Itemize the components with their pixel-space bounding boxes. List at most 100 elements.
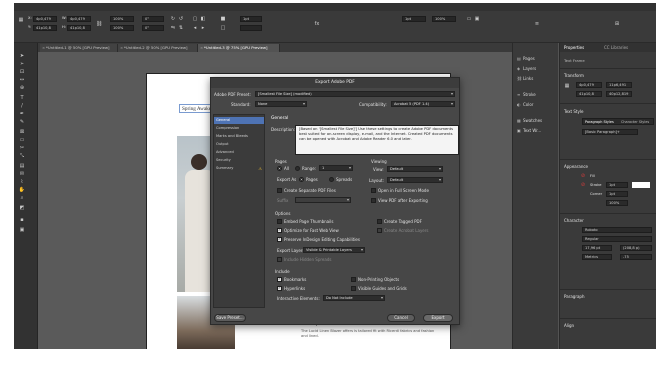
fill-stroke-icon[interactable]: ◩ [18, 205, 26, 212]
close-icon[interactable]: × [42, 44, 45, 52]
all-pages-radio[interactable] [277, 166, 282, 171]
font-style-select[interactable]: Regular [582, 236, 652, 242]
category-advanced[interactable]: Advanced [214, 149, 264, 156]
close-icon[interactable]: × [120, 44, 123, 52]
dock-layers[interactable]: ◈ Layers [517, 65, 536, 73]
cancel-button[interactable]: Cancel [387, 314, 415, 322]
category-marks-bleeds[interactable]: Marks and Bleeds [214, 133, 264, 140]
create-tagged-checkbox[interactable] [377, 219, 382, 224]
pages-radio[interactable] [299, 177, 304, 182]
flip-vertical-icon[interactable]: ⇅ [178, 25, 184, 31]
page-tool-icon[interactable]: ⊡ [18, 69, 26, 76]
h-field[interactable]: 41p10,8 [67, 25, 91, 31]
eyedropper-tool-icon[interactable]: ⌇ [18, 179, 26, 186]
create-layers-checkbox[interactable] [377, 228, 382, 233]
effects-icon[interactable]: fx [314, 21, 320, 27]
rotate-ccw-icon[interactable]: ↺ [178, 16, 184, 22]
range-field[interactable]: 1 [319, 165, 353, 171]
select-content-icon[interactable]: ◧ [200, 16, 206, 22]
constrain-proportions-icon[interactable]: ⛓ [96, 21, 102, 27]
opacity-field[interactable]: 100% [432, 16, 456, 22]
full-screen-checkbox[interactable] [371, 188, 376, 193]
reference-point-icon[interactable]: ▦ [564, 83, 570, 89]
tracking-field[interactable]: -75 [620, 254, 652, 260]
line-tool-icon[interactable]: / [18, 103, 26, 110]
y-field[interactable]: 41p10,8 [33, 25, 57, 31]
gradient-tool-icon[interactable]: ▤ [18, 163, 26, 170]
stroke-type-field[interactable] [240, 25, 262, 31]
dock-text-wrap[interactable]: ▣ Text Wr... [517, 127, 541, 135]
tab-paragraph-styles[interactable]: Paragraph Styles [585, 120, 614, 124]
layout-select[interactable]: Default [387, 177, 443, 183]
transform-h[interactable]: 40p12,819 [606, 91, 632, 97]
corner-value[interactable]: 1pt [606, 191, 628, 197]
kerning-field[interactable]: Metrics [582, 254, 612, 260]
tab-untitled-3[interactable]: × *Untitled-3 @ 75% [GPU Preview] [198, 44, 280, 52]
preserve-editing-checkbox[interactable] [277, 236, 282, 242]
content-collector-icon[interactable]: ⊕ [18, 85, 26, 92]
category-summary[interactable]: Summary ⚠ [214, 165, 264, 172]
shear-field[interactable]: 0° [142, 25, 164, 31]
scale-y-field[interactable]: 100% [110, 25, 134, 31]
transform-w[interactable]: 11p6,491 [606, 82, 632, 88]
export-layers-select[interactable]: Visible & Printable Layers [303, 247, 365, 253]
dock-links[interactable]: ⛓Links [517, 75, 533, 83]
stroke-weight[interactable]: 1pt [606, 182, 628, 188]
export-button[interactable]: Export [423, 314, 453, 322]
category-compression[interactable]: Compression [214, 125, 264, 132]
stroke-none-icon[interactable]: ⊘ [580, 182, 586, 188]
reference-point-icon[interactable]: ▦ [18, 17, 24, 23]
bookmarks-checkbox[interactable] [277, 276, 282, 282]
dock-color[interactable]: ◐ Color [517, 101, 533, 109]
free-transform-tool-icon[interactable]: ⤡ [18, 153, 26, 160]
standard-select[interactable]: None [255, 101, 307, 107]
save-preset-button[interactable]: Save Preset... [214, 314, 246, 322]
pen-tool-icon[interactable]: ✒ [18, 111, 26, 118]
type-tool-icon[interactable]: T [18, 95, 26, 102]
hidden-spreads-checkbox[interactable] [277, 257, 282, 262]
suffix-field[interactable] [295, 197, 351, 203]
screen-mode-icon[interactable]: ▣ [18, 227, 26, 234]
dock-pages[interactable]: ▤ Pages [517, 55, 535, 63]
dock-swatches[interactable]: ▦ Swatches [517, 117, 542, 125]
preset-select[interactable]: [Smallest File Size] (modified) [255, 91, 455, 97]
direct-selection-tool-icon[interactable]: ➢ [18, 61, 26, 68]
optimize-web-checkbox[interactable] [277, 227, 282, 233]
separate-pdf-checkbox[interactable] [277, 188, 282, 193]
category-general[interactable]: General [214, 117, 264, 124]
hand-tool-icon[interactable]: ✋ [18, 187, 26, 194]
w-field[interactable]: 4p0,479 [67, 16, 91, 22]
tab-untitled-1[interactable]: × *Untitled-1 @ 50% [GPU Preview] [40, 44, 118, 52]
stroke-weight-field[interactable]: 1pt [240, 16, 262, 22]
tab-cc-libraries[interactable]: CC Libraries [604, 45, 628, 50]
gap-tool-icon[interactable]: ↔ [18, 77, 26, 84]
flip-horizontal-icon[interactable]: ⇋ [170, 25, 176, 31]
rotate-field[interactable]: 0° [142, 16, 164, 22]
rotate-cw-icon[interactable]: ↻ [170, 16, 176, 22]
stroke-swatch-icon[interactable]: □ [220, 25, 226, 31]
scale-x-field[interactable]: 100% [110, 16, 134, 22]
fill-none-icon[interactable]: ⊘ [580, 173, 586, 179]
font-family-select[interactable]: Roboto [582, 227, 652, 233]
stroke-color-swatch[interactable] [632, 182, 650, 188]
embed-thumbs-checkbox[interactable] [277, 219, 282, 224]
description-frame[interactable]: Description: The Lucid Linen Blazer offe… [301, 322, 441, 349]
opacity-value[interactable]: 100% [606, 200, 628, 206]
category-security[interactable]: Security [214, 157, 264, 164]
close-icon[interactable]: × [200, 44, 203, 52]
scissors-tool-icon[interactable]: ✂ [18, 145, 26, 152]
apply-color-icon[interactable]: ▪ [18, 217, 26, 224]
view-after-checkbox[interactable] [371, 198, 376, 203]
select-next-icon[interactable]: ▸ [200, 25, 206, 31]
select-container-icon[interactable]: ▢ [192, 16, 198, 22]
workspace-icon[interactable]: ⊞ [614, 21, 620, 27]
text-wrap-none-icon[interactable]: ▭ [466, 16, 472, 22]
rectangle-tool-icon[interactable]: ▭ [18, 137, 26, 144]
pencil-tool-icon[interactable]: ✎ [18, 119, 26, 126]
x-field[interactable]: 4p0,479 [33, 16, 57, 22]
interactive-select[interactable]: Do Not Include [323, 295, 385, 301]
spreads-radio[interactable] [329, 177, 334, 182]
dock-stroke[interactable]: ≡ Stroke [517, 91, 536, 99]
leading-field[interactable]: (208,8 p) [620, 245, 652, 251]
stroke-style-field[interactable]: 1pt [402, 16, 426, 22]
